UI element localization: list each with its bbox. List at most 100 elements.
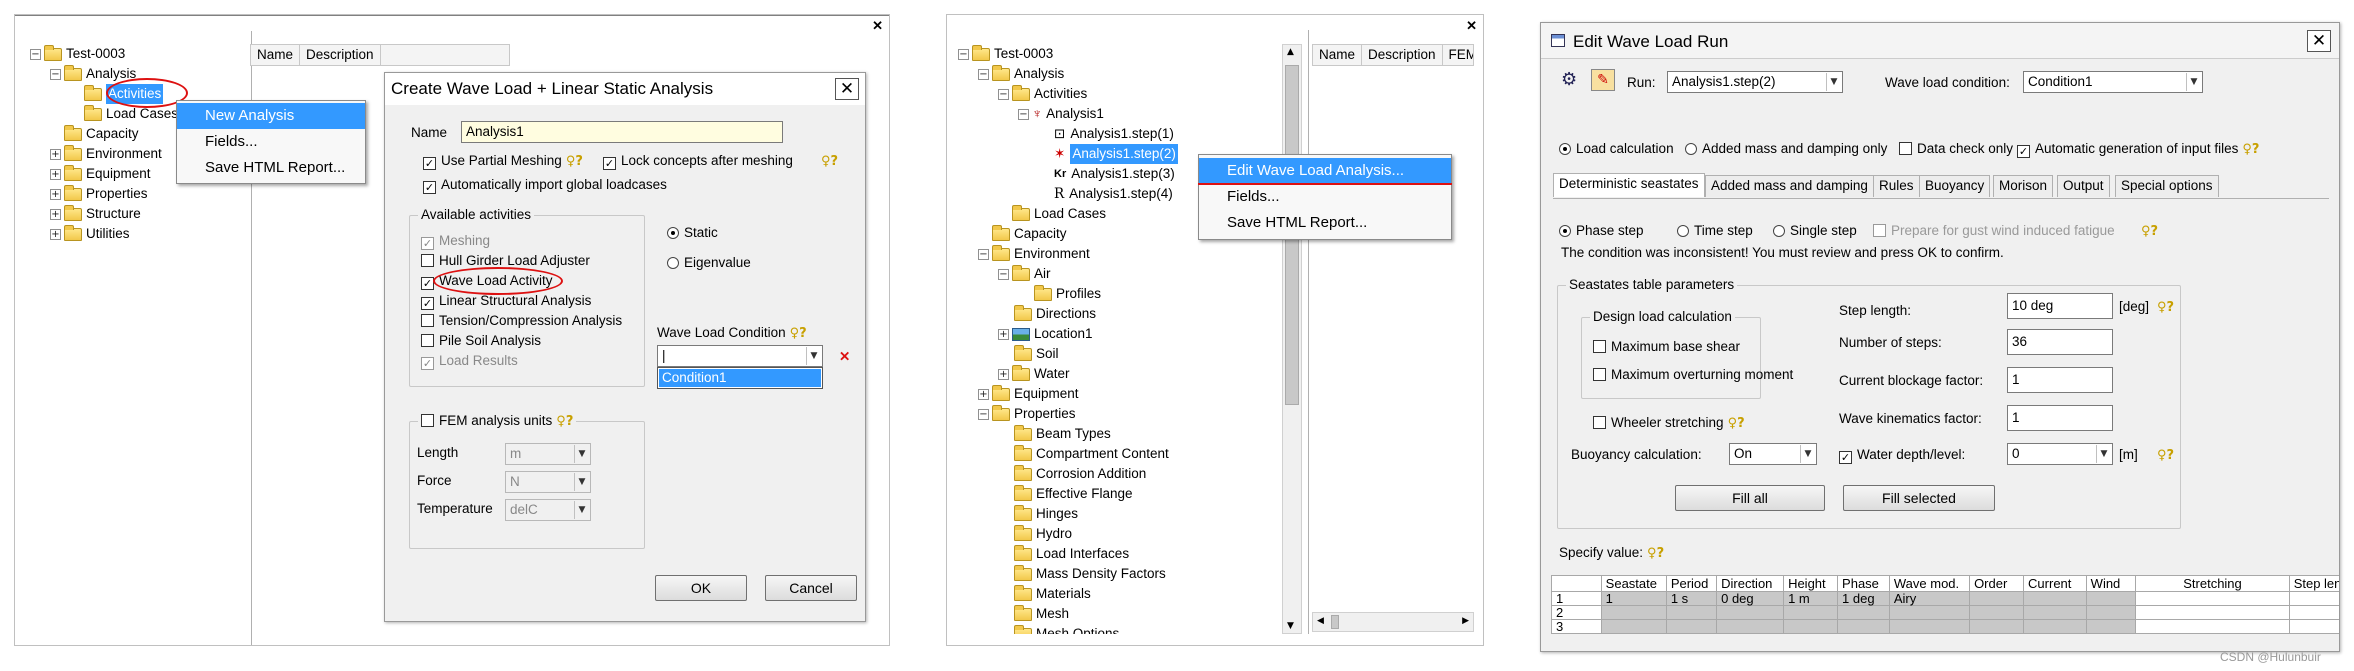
tree-node-water[interactable]: + Water [998,364,1070,384]
table-row[interactable]: 111 s0 deg 1 m1 deg Airy [1551,591,2339,606]
column-description[interactable]: Description [1362,45,1443,65]
num-steps-input[interactable]: 36 [2007,329,2113,355]
help-icon[interactable]: ♀? [556,414,573,429]
report-icon[interactable]: ✎ [1591,69,1615,91]
tree-node-soil[interactable]: Soil [1014,344,1059,364]
time-step-radio[interactable]: Time step [1677,223,1753,239]
tree-node-step3[interactable]: Kr Analysis1.step(3) [1054,164,1175,184]
help-icon[interactable]: ♀? [1728,416,1745,432]
activity-tension-compression[interactable]: Tension/Compression Analysis [421,313,622,329]
tree-node-step2[interactable]: ✶ Analysis1.step(2) [1054,144,1178,164]
tree-node-directions[interactable]: Directions [1014,304,1096,324]
water-depth-dropdown[interactable]: 0 ▼ [2007,443,2113,465]
wave-load-condition-dropdown[interactable]: Condition1 ▼ [2023,71,2203,93]
menu-edit-wave-load[interactable]: Edit Wave Load Analysis... [1199,158,1451,184]
panel1-close-icon[interactable]: ✕ [872,19,883,32]
menu-fields[interactable]: Fields... [177,129,365,155]
tree-node-air[interactable]: − Air [998,264,1051,284]
use-partial-meshing-checkbox[interactable]: ✓ Use Partial Meshing ♀? [423,153,583,170]
tree-node-hinges[interactable]: Hinges [1014,504,1078,524]
tree-node-profiles[interactable]: Profiles [1034,284,1101,304]
tree-node-properties[interactable]: + Properties [50,184,148,204]
cancel-button[interactable]: Cancel [765,575,857,601]
help-icon[interactable]: ♀? [2153,447,2174,464]
water-depth-checkbox[interactable]: ✓ Water depth/level: [1839,447,1965,464]
phase-step-radio[interactable]: Phase step [1559,223,1644,239]
clear-icon[interactable]: ✕ [839,349,850,365]
tree-node-materials[interactable]: Materials [1014,584,1091,604]
tree-node-analysis[interactable]: − Analysis [978,64,1064,84]
help-icon[interactable]: ♀? [2137,223,2158,240]
tree-node-equipment[interactable]: + Equipment [978,384,1079,404]
name-input[interactable]: Analysis1 [461,121,783,143]
run-icon[interactable]: ⚙ [1561,69,1577,90]
fill-selected-button[interactable]: Fill selected [1843,485,1995,511]
menu-fields[interactable]: Fields... [1199,184,1451,210]
tree-node-compartment-content[interactable]: Compartment Content [1014,444,1169,464]
lock-concepts-checkbox[interactable]: ✓ Lock concepts after meshing [603,153,793,170]
max-overturning-checkbox[interactable]: Maximum overturning moment [1593,367,1793,383]
tree-node-corrosion-addition[interactable]: Corrosion Addition [1014,464,1146,484]
load-calculation-radio[interactable]: Load calculation [1559,141,1674,157]
activity-linear-structural[interactable]: ✓ Linear Structural Analysis [421,293,591,310]
run-dropdown[interactable]: Analysis1.step(2) ▼ [1667,71,1843,93]
tree-node-beam-types[interactable]: Beam Types [1014,424,1111,444]
column-name[interactable]: Name [1313,45,1363,65]
panel2-vertical-scrollbar[interactable]: ▲ ▼ [1282,44,1302,634]
help-icon[interactable]: ♀? [1647,546,1664,562]
tree-node-activities[interactable]: − Activities [998,84,1087,104]
eigenvalue-radio[interactable]: Eigenvalue [667,255,751,271]
help-icon[interactable]: ♀? [817,153,838,170]
max-base-shear-checkbox[interactable]: Maximum base shear [1593,339,1740,355]
table-row[interactable]: 3 [1551,619,2339,634]
static-radio[interactable]: Static [667,225,718,241]
current-blockage-input[interactable]: 1 [2007,367,2113,393]
column-fem[interactable]: FEM [1443,45,1473,65]
wheeler-checkbox[interactable]: Wheeler stretching ♀? [1593,415,1745,432]
tab-added-mass-damping[interactable]: Added mass and damping [1705,175,1874,197]
tree-node-capacity[interactable]: Capacity [50,124,139,144]
tree-node-properties[interactable]: − Properties [978,404,1076,424]
tab-deterministic-seastates[interactable]: Deterministic seastates [1553,173,1705,197]
tab-buoyancy[interactable]: Buoyancy [1919,175,1991,197]
tree-node-effective-flange[interactable]: Effective Flange [1014,484,1133,504]
close-icon[interactable]: ✕ [835,78,859,100]
tree-node-mass-density-factors[interactable]: Mass Density Factors [1014,564,1166,584]
tree-node-hydro[interactable]: Hydro [1014,524,1072,544]
expand-icon[interactable]: + [50,148,61,160]
buoyancy-dropdown[interactable]: On ▼ [1729,443,1817,465]
menu-new-analysis[interactable]: New Analysis [177,103,365,129]
tree-node-mesh[interactable]: Mesh [1014,604,1069,624]
collapse-icon[interactable]: − [50,68,61,80]
auto-input-files-checkbox[interactable]: ✓ Automatic generation of input files ♀? [2017,141,2259,158]
tree-node-mesh-options[interactable]: Mesh Options [1014,624,1119,634]
tree-node-test[interactable]: − Test-0003 [958,44,1053,64]
tree-node-environment[interactable]: − Environment [978,244,1090,264]
fill-all-button[interactable]: Fill all [1675,485,1825,511]
tree-node-environment[interactable]: + Environment [50,144,162,164]
tree-node-load-cases[interactable]: Load Cases [70,104,178,124]
activity-pile-soil[interactable]: Pile Soil Analysis [421,333,541,349]
tree-node-equipment[interactable]: + Equipment [50,164,151,184]
expand-icon[interactable]: + [50,168,61,180]
menu-save-html[interactable]: Save HTML Report... [1199,210,1451,236]
tree-node-step4[interactable]: R Analysis1.step(4) [1054,184,1173,204]
single-step-radio[interactable]: Single step [1773,223,1857,239]
data-check-only-checkbox[interactable]: Data check only [1899,141,2013,157]
tab-morison[interactable]: Morison [1993,175,2054,197]
auto-import-checkbox[interactable]: ✓ Automatically import global loadcases [423,177,667,194]
collapse-icon[interactable]: − [30,48,41,60]
wave-load-condition-dropdown[interactable]: | ▼ [657,345,823,367]
ok-button[interactable]: OK [655,575,747,601]
wave-kin-input[interactable]: 1 [2007,405,2113,431]
tab-special-options[interactable]: Special options [2115,175,2219,197]
close-icon[interactable]: ✕ [2307,30,2331,52]
tree-node-test[interactable]: − Test-0003 [30,44,125,64]
table-row[interactable]: 2 [1551,605,2339,620]
tree-node-analysis1[interactable]: − ♆ Analysis1 [1018,104,1104,124]
tree-node-capacity[interactable]: Capacity [978,224,1067,244]
panel2-close-icon[interactable]: ✕ [1466,19,1477,32]
tab-output[interactable]: Output [2057,175,2110,197]
help-icon[interactable]: ♀? [566,154,583,170]
help-icon[interactable]: ♀? [2153,299,2174,316]
